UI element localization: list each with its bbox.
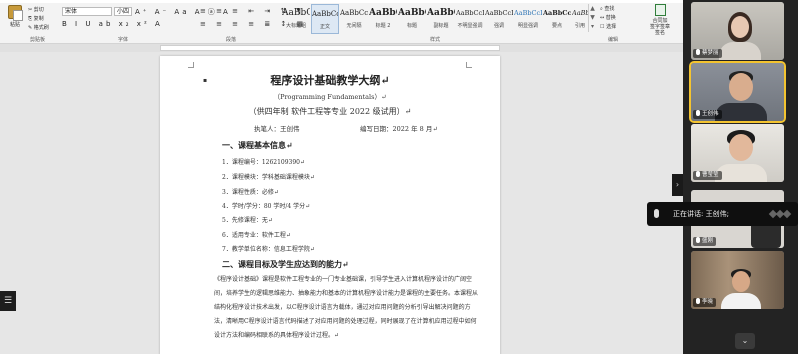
copy-button[interactable]: ⎘ 复制 [28,15,49,24]
body-paragraph: 《程序设计基础》课程是软件工程专业的一门专业基础课，引导学生进入计算机程序设计的… [214,276,479,339]
style-item[interactable]: AaBbCcI引用 [572,4,588,34]
style-item-selected[interactable]: AaBbCcI正文 [311,4,339,34]
style-item[interactable]: AaBbCcD不明显强调 [456,4,484,34]
editing-commands: ⌕ 查找 ↔ 替换 ☐ 选择 [600,5,616,32]
video-panel: 蔡梦丽 王创伟 曹莹莹 盛刚 李晓 ⌄ [683,0,798,354]
font-name-select[interactable]: 宋体 [62,7,112,16]
participant-name-text: 蔡梦丽 [702,50,719,56]
participant-face [732,271,750,292]
list-item: 1．课程编号：1262109390↵ [222,159,306,166]
style-item[interactable]: AaBbCcD要点 [543,4,571,34]
group-label-paragraph: 段落 [226,37,237,43]
microphone-icon [696,49,700,55]
group-label-editing: 编辑 [608,37,619,43]
participant-face [729,134,753,161]
clipboard-commands: ✂ 剪切 ⎘ 复制 ✎ 格式刷 [28,6,49,33]
list-item: 3．课程性质：必修↵ [222,189,279,196]
ruler-bar [160,45,500,51]
document-author: 执笔人：王创伟 [254,125,300,133]
style-item[interactable]: AaBbCcD强调 [485,4,513,34]
participant-tile[interactable]: 李晓 [691,251,784,309]
word-editor: 粘贴 ✂ 剪切 ⎘ 复制 ✎ 格式刷 宋体 小四 A⁺ A⁻ Aa A ⓐ A … [0,0,683,354]
microphone-icon [696,171,700,177]
list-item: 4．学时/学分：80 学时/4 学分↵ [222,203,311,210]
list-item: 5．先修课程：无↵ [222,217,273,224]
participant-name: 李晓 [693,298,717,307]
microphone-icon [696,110,700,116]
format-painter-button[interactable]: ✎ 格式刷 [28,24,49,33]
microphone-icon [654,209,659,218]
list-icon[interactable]: ☰ [0,291,16,311]
document-title: 程序设计基础教学大纲↵ [270,74,390,87]
speaking-text: 正在讲话: 王创伟; [673,210,729,218]
font-size-select[interactable]: 小四 [114,7,132,16]
document-page[interactable]: ▪ 程序设计基础教学大纲↵ （Programming Fundamentals）… [160,56,500,354]
group-label-clipboard: 剪贴板 [30,37,46,43]
participant-body [719,42,761,60]
style-item[interactable]: AaBbC副标题 [427,4,455,34]
chevron-right-icon[interactable]: › [672,174,683,196]
horizontal-ruler [0,44,683,52]
audio-level-icon [768,209,792,219]
text-format-tools[interactable]: B I U ab x₂ x² A [62,20,163,28]
participant-name-text: 李晓 [702,299,714,305]
style-item[interactable]: AaBbCcI 无间隔 [340,4,368,34]
list-item: 6．适用专业：软件工程↵ [222,232,291,239]
participant-name-text: 曹莹莹 [702,172,719,178]
style-item[interactable]: AaBbC标题 2 [369,4,397,34]
document-edition: （供四年制 软件工程等专业 2022 级试用）↵ [248,107,412,116]
participant-name: 王创伟 [693,110,722,119]
participant-tile-active[interactable]: 王创伟 [689,61,786,123]
participant-name-text: 盛刚 [702,238,714,244]
app-window: 粘贴 ✂ 剪切 ⎘ 复制 ✎ 格式刷 宋体 小四 A⁺ A⁻ Aa A ⓐ A … [0,0,798,354]
crop-mark [466,62,472,68]
participant-tile[interactable]: 曹莹莹 [691,124,784,182]
styles-more-button[interactable]: ▲ ▼ ▾ [588,4,596,32]
participant-tile[interactable]: 蔡梦丽 [691,2,784,60]
section-heading: 二、课程目标及学生应达到的能力↵ [222,259,349,269]
select-button[interactable]: ☐ 选择 [600,23,616,32]
cut-button[interactable]: ✂ 剪切 [28,6,49,15]
style-item[interactable]: AaBbC 大标题组 [282,4,310,34]
list-item: 7．教学单位名称：信息工程学院↵ [222,246,315,253]
participant-body [715,164,767,182]
ribbon-toolbar: 粘贴 ✂ 剪切 ⎘ 复制 ✎ 格式刷 宋体 小四 A⁺ A⁻ Aa A ⓐ A … [0,0,683,44]
participant-name: 蔡梦丽 [693,49,722,58]
participant-name: 盛刚 [693,237,717,246]
participant-name-text: 王创伟 [702,111,719,117]
paste-button[interactable]: 粘贴 [4,5,26,33]
microphone-icon [696,237,700,243]
find-button[interactable]: ⌕ 查找 [600,5,616,14]
group-label-styles: 样式 [430,37,441,43]
ribbon-group-labels: 剪贴板 字体 段落 样式 编辑 [0,35,683,44]
speaking-indicator: 正在讲话: 王创伟; [647,202,798,226]
chevron-down-icon[interactable]: ⌄ [735,333,755,349]
participant-body [721,293,761,309]
participant-body [715,103,767,121]
document-date: 编写日期：2022 年 8 月↵ [360,125,438,133]
list-item: 2．课程模块：学科基础课程模块↵ [222,174,315,181]
crop-mark [188,62,194,68]
section-heading: 一、课程基本信息↵ [222,140,293,150]
paste-label: 粘贴 [9,22,20,28]
participant-name: 曹莹莹 [693,171,722,180]
style-item[interactable]: AaBbCcD明显强调 [514,4,542,34]
clipboard-icon [8,5,23,21]
signature-button[interactable]: 合同加 签字签章 签名 [640,4,680,36]
microphone-icon [696,298,700,304]
group-label-font: 字体 [118,37,129,43]
signature-icon [654,4,666,16]
ribbon-tab-strip [0,0,683,3]
style-item[interactable]: AaBbC标题 [398,4,426,34]
participant-face [731,16,749,38]
document-subtitle: （Programming Fundamentals）↵ [273,93,387,101]
participant-face [729,73,753,101]
replace-button[interactable]: ↔ 替换 [600,14,616,23]
